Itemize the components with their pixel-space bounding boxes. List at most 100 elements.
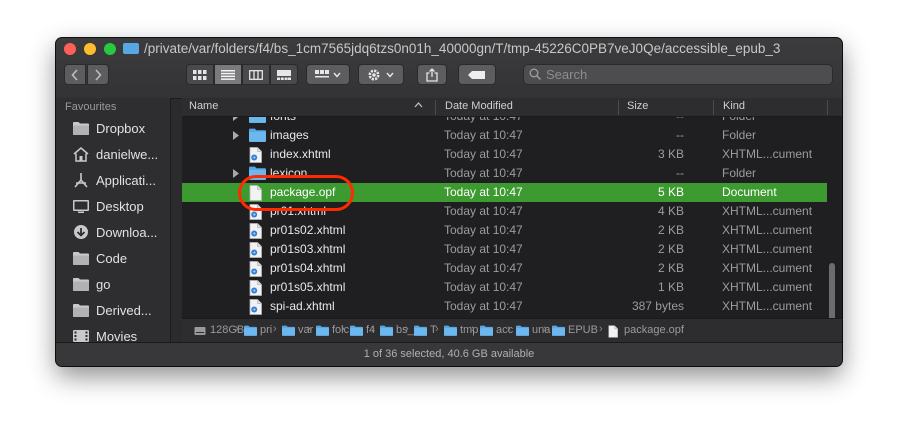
folder-icon [249, 117, 266, 126]
back-button[interactable] [64, 64, 86, 85]
path-crumb[interactable]: pri [260, 324, 272, 336]
file-row[interactable]: spi-ad.xhtml Today at 10:47 387 bytes XHTML… [182, 297, 827, 316]
path-crumb[interactable]: tmp [460, 324, 478, 336]
file-kind: Document [722, 185, 777, 199]
file-size: -- [676, 166, 684, 180]
tags-button[interactable] [458, 64, 496, 85]
file-name: pr01s05.xhtml [270, 280, 346, 294]
applications-icon [74, 173, 88, 188]
file-row[interactable]: pr01s02.xhtml Today at 10:47 2 KB XHTML...c… [182, 221, 827, 240]
gallery-view-button[interactable] [270, 64, 298, 85]
disclosure-triangle-icon[interactable] [232, 131, 240, 140]
status-bar: 1 of 36 selected, 40.6 GB available [56, 342, 842, 366]
path-crumb[interactable]: 128GB [210, 324, 244, 336]
list-view-button[interactable] [214, 64, 242, 85]
column-divider[interactable] [618, 100, 619, 115]
disclosure-triangle-icon[interactable] [232, 117, 240, 121]
chevron-left-icon [71, 68, 78, 81]
minimize-window-button[interactable] [84, 43, 96, 55]
finder-window: /private/var/folders/f4/bs_1cm7565jdq6tz… [56, 38, 842, 366]
sidebar-item-derived[interactable]: Derived... [56, 298, 170, 324]
file-row[interactable]: fonts Today at 10:47 -- Folder [182, 117, 827, 126]
sidebar-item-danielwe[interactable]: danielwe... [56, 142, 170, 168]
path-separator-icon: › [435, 323, 439, 335]
path-crumb[interactable]: package.opf [624, 324, 684, 336]
path-crumb[interactable]: una [532, 324, 550, 336]
file-kind: XHTML...cument [722, 261, 813, 275]
sort-ascending-icon [414, 102, 423, 108]
folder-icon [244, 325, 257, 336]
column-header-size[interactable]: Size [627, 100, 648, 112]
sidebar-item-go[interactable]: go [56, 272, 170, 298]
column-header-date[interactable]: Date Modified [445, 100, 513, 112]
path-separator-icon: › [543, 323, 547, 335]
folder-icon [516, 325, 529, 336]
column-view-button[interactable] [242, 64, 270, 85]
file-row[interactable]: images Today at 10:47 -- Folder [182, 126, 827, 145]
column-header-name[interactable]: Name [189, 100, 218, 112]
column-divider[interactable] [435, 100, 436, 115]
file-rows: fonts Today at 10:47 -- Folder images Today a… [182, 117, 842, 327]
xhtml-file-icon [249, 261, 262, 277]
column-divider[interactable] [713, 100, 714, 115]
file-row[interactable]: pr01s03.xhtml Today at 10:47 2 KB XHTML...c… [182, 240, 827, 259]
zoom-window-button[interactable] [104, 43, 116, 55]
action-button[interactable] [358, 64, 404, 85]
file-name: index.xhtml [270, 147, 331, 161]
file-row[interactable]: index.xhtml Today at 10:47 3 KB XHTML...cum… [182, 145, 827, 164]
group-by-button[interactable] [306, 64, 350, 85]
sidebar-item-label: Applicati... [96, 173, 156, 188]
sidebar-item-label: Code [96, 251, 128, 266]
sidebar-item-desktop[interactable]: Desktop [56, 194, 170, 220]
column-header-kind[interactable]: Kind [723, 100, 745, 112]
file-size: 2 KB [657, 223, 684, 237]
folder-icon [73, 304, 89, 317]
sidebar-item-applicati[interactable]: Applicati... [56, 168, 170, 194]
folder-icon [72, 302, 90, 321]
window-title: /private/var/folders/f4/bs_1cm7565jdq6tz… [144, 41, 781, 56]
path-separator-icon: › [273, 323, 277, 335]
folder-icon [72, 276, 90, 295]
downloads-icon [74, 225, 88, 239]
gallery-icon [277, 69, 291, 80]
sidebar-item-downloa[interactable]: Downloa... [56, 220, 170, 246]
file-name: pr01s02.xhtml [270, 223, 346, 237]
close-window-button[interactable] [64, 43, 76, 55]
folder-icon [249, 128, 266, 142]
folder-icon [73, 278, 89, 291]
sidebar-item-label: Dropbox [96, 121, 146, 136]
file-size: 3 KB [657, 147, 684, 161]
file-name: fonts [270, 117, 296, 123]
gear-icon [368, 69, 394, 80]
path-separator-icon: › [307, 323, 311, 335]
share-button[interactable] [417, 64, 447, 85]
folder-icon [444, 325, 457, 336]
list-icon [221, 69, 235, 80]
downloads-icon [72, 224, 90, 243]
search-field[interactable]: Search [523, 64, 833, 85]
column-divider[interactable] [827, 100, 828, 115]
path-separator-icon: › [341, 323, 345, 335]
file-size: 2 KB [657, 261, 684, 275]
file-name: pr01s04.xhtml [270, 261, 346, 275]
file-size: 387 bytes [631, 299, 684, 313]
file-size: 4 KB [657, 204, 684, 218]
folder-icon [552, 325, 565, 336]
disclosure-triangle-icon[interactable] [232, 169, 240, 178]
forward-button[interactable] [87, 64, 109, 85]
folder-icon [350, 325, 363, 336]
folder-icon [380, 325, 393, 336]
path-bar: 128GB › pri › var › folc › f4 › bs_ › T › tmp › acc › una ›… [182, 318, 842, 342]
grid-icon [193, 69, 207, 80]
file-kind: Folder [722, 128, 757, 142]
sidebar-item-label: Downloa... [96, 225, 158, 240]
sidebar-item-dropbox[interactable]: Dropbox [56, 116, 170, 142]
file-row[interactable]: pr01s04.xhtml Today at 10:47 2 KB XHTML...c… [182, 259, 827, 278]
path-crumb[interactable]: EPUB [568, 324, 598, 336]
folder-icon [73, 252, 89, 265]
folder-icon [249, 128, 266, 145]
file-size: 5 KB [657, 185, 684, 199]
icon-view-button[interactable] [186, 64, 214, 85]
sidebar-item-code[interactable]: Code [56, 246, 170, 272]
file-row[interactable]: pr01s05.xhtml Today at 10:47 1 KB XHTML...c… [182, 278, 827, 297]
